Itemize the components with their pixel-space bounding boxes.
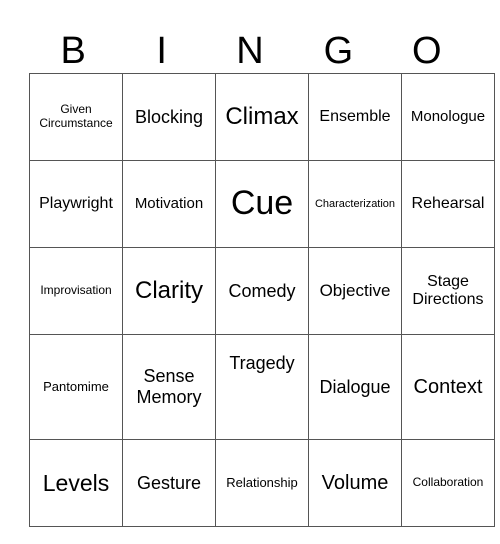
bingo-cell[interactable]: Ensemble — [308, 73, 402, 161]
bingo-cell[interactable]: Motivation — [122, 160, 216, 248]
bingo-cell[interactable]: Volume — [308, 439, 402, 527]
header-letter-o: O — [412, 30, 442, 72]
bingo-cell[interactable]: Comedy — [215, 247, 309, 335]
bingo-cell[interactable]: Levels — [29, 439, 123, 527]
bingo-cell[interactable]: Rehearsal — [401, 160, 495, 248]
bingo-cell[interactable]: Cue — [215, 160, 309, 248]
header-letter-g: G — [323, 30, 354, 72]
grid-row: Given Circumstance Blocking Climax Ensem… — [29, 73, 495, 161]
bingo-cell[interactable]: Sense Memory — [122, 334, 216, 440]
bingo-header: B I N G O — [29, 30, 471, 72]
bingo-cell[interactable]: Pantomime — [29, 334, 123, 440]
bingo-cell[interactable]: Monologue — [401, 73, 495, 161]
bingo-cell[interactable]: Climax — [215, 73, 309, 161]
grid-row: Pantomime Sense Memory Tragedy Dialogue … — [29, 334, 495, 440]
grid-row: Improvisation Clarity Comedy Objective S… — [29, 247, 495, 335]
bingo-cell[interactable]: Given Circumstance — [29, 73, 123, 161]
bingo-grid: Given Circumstance Blocking Climax Ensem… — [29, 73, 495, 527]
bingo-cell[interactable]: Stage Directions — [401, 247, 495, 335]
bingo-cell[interactable]: Improvisation — [29, 247, 123, 335]
header-letter-n: N — [236, 30, 264, 72]
bingo-cell[interactable]: Dialogue — [308, 334, 402, 440]
bingo-cell[interactable]: Context — [401, 334, 495, 440]
header-letter-i: I — [156, 30, 167, 72]
bingo-cell[interactable]: Collaboration — [401, 439, 495, 527]
bingo-cell[interactable]: Tragedy — [215, 334, 309, 440]
bingo-cell[interactable]: Relationship — [215, 439, 309, 527]
grid-row: Playwright Motivation Cue Characterizati… — [29, 160, 495, 248]
grid-row: Levels Gesture Relationship Volume Colla… — [29, 439, 495, 527]
header-letter-b: B — [60, 30, 86, 72]
bingo-cell[interactable]: Gesture — [122, 439, 216, 527]
bingo-cell[interactable]: Clarity — [122, 247, 216, 335]
bingo-cell[interactable]: Objective — [308, 247, 402, 335]
bingo-cell[interactable]: Playwright — [29, 160, 123, 248]
bingo-cell[interactable]: Blocking — [122, 73, 216, 161]
bingo-cell[interactable]: Characterization — [308, 160, 402, 248]
